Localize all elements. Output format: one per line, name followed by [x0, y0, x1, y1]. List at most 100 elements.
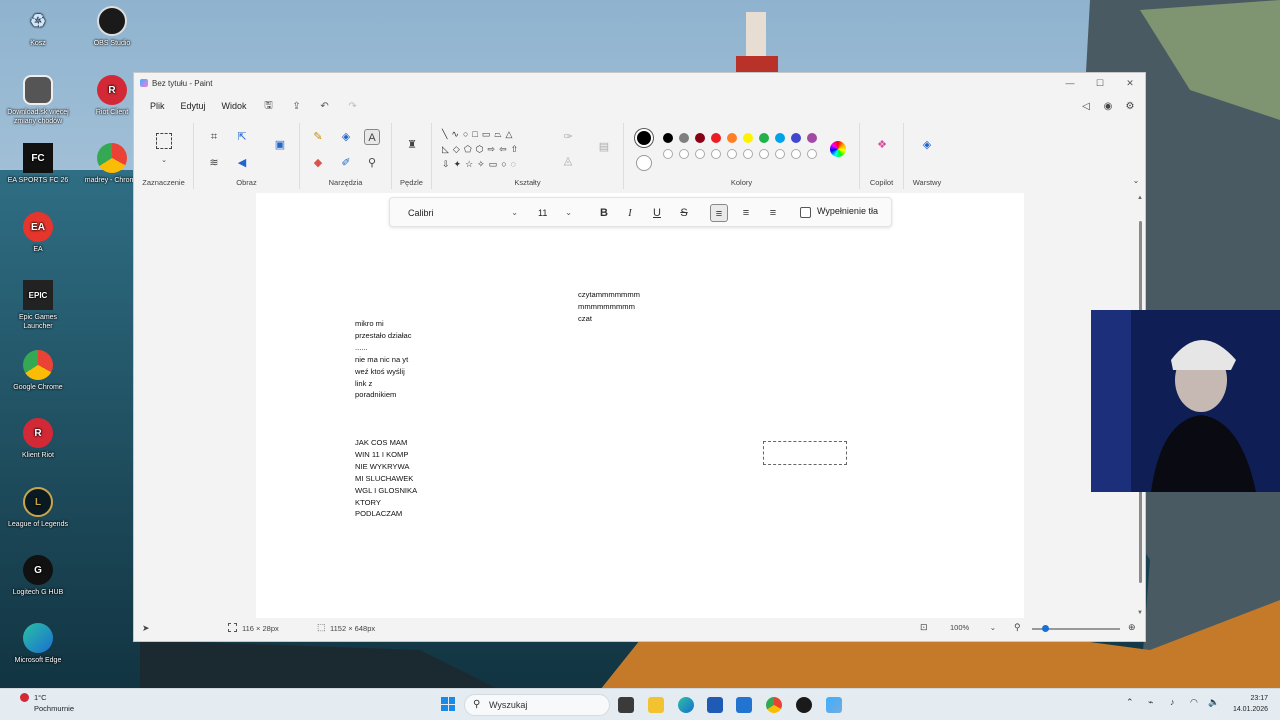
desktop-icon-riot-klient[interactable]: R Klient Riot	[0, 418, 76, 460]
drawing-canvas[interactable]: czytammmmmmm mmmmmmmmm czat mikro mi prz…	[256, 193, 1024, 618]
shape-fill-icon[interactable]: ◬	[560, 153, 576, 169]
canvas-text-left-2[interactable]: JAK COS MAM WIN 11 I KOMP NIE WYKRYWA MI…	[355, 437, 417, 520]
desktop-icon-recycle-bin[interactable]: ♻ Kosz	[0, 6, 76, 48]
canvas-text-left-1[interactable]: mikro mi przestało działac ...... nie ma…	[355, 318, 412, 401]
weather-widget[interactable]: 1°C Pochmurnie	[20, 692, 74, 714]
tray-mic-icon[interactable]: ♪	[1170, 697, 1175, 707]
obs-taskbar-icon[interactable]	[796, 697, 812, 713]
edge-taskbar-icon[interactable]	[678, 697, 694, 713]
color-swatch[interactable]	[663, 149, 673, 159]
color-swatch[interactable]	[743, 149, 753, 159]
desktop-icon-chrome[interactable]: Google Chrome	[0, 350, 76, 392]
file-explorer-icon[interactable]	[648, 697, 664, 713]
secondary-color-swatch[interactable]	[636, 155, 652, 171]
color-swatch[interactable]	[775, 133, 785, 143]
underline-icon[interactable]: U	[648, 204, 666, 222]
color-picker-icon[interactable]: ✐	[338, 155, 354, 171]
desktop-icon-ea[interactable]: EA EA	[0, 212, 76, 254]
zoom-in-icon[interactable]: ⊕	[1128, 622, 1136, 633]
task-view-icon[interactable]	[618, 697, 634, 713]
shapes-gallery[interactable]: ╲∿○□▭⏢△ ◺◇⬠⬡⇨⇦⇧ ⇩✦☆✧▭○◌	[442, 127, 546, 172]
pencil-icon[interactable]: ✎	[310, 129, 326, 145]
outline-icon[interactable]: ✑	[560, 129, 576, 145]
resize-icon[interactable]: ⇱	[234, 129, 250, 145]
zoom-out-icon[interactable]: ⚲	[1014, 622, 1021, 633]
clock[interactable]: 23:17 14.01.2026	[1226, 693, 1268, 715]
store-icon[interactable]	[707, 697, 723, 713]
desktop-icon-fc26[interactable]: FC EA SPORTS FC 26	[0, 143, 76, 185]
rotate-icon[interactable]: ◀	[234, 155, 250, 171]
text-selection-box[interactable]	[763, 441, 847, 465]
color-swatch[interactable]	[727, 149, 737, 159]
color-swatch[interactable]	[743, 133, 753, 143]
chrome-taskbar-icon[interactable]	[766, 697, 782, 713]
strikethrough-icon[interactable]: S	[675, 204, 693, 222]
crop-icon[interactable]: ⌗	[206, 129, 222, 145]
canvas-text-top[interactable]: czytammmmmmm mmmmmmmmm czat	[578, 289, 640, 325]
redo-icon[interactable]: ↷	[339, 101, 367, 112]
save-icon[interactable]: 🖫	[255, 98, 283, 115]
primary-color-swatch[interactable]	[635, 129, 653, 147]
settings-gear-icon[interactable]: ⚙	[1121, 101, 1139, 112]
desktop-icon-edge[interactable]: Microsoft Edge	[0, 623, 76, 665]
scroll-up-icon[interactable]: ▲	[1137, 195, 1143, 201]
brush-icon[interactable]: ♜	[404, 137, 420, 153]
italic-icon[interactable]: I	[621, 204, 639, 222]
font-size-select[interactable]: 11 ⌄	[532, 204, 578, 222]
copilot-icon[interactable]: ❖	[874, 137, 890, 153]
menu-file[interactable]: Plik	[142, 101, 173, 111]
desktop-icon-download-app[interactable]: Download.sk więcej zmiany chodów	[0, 75, 76, 126]
color-swatch[interactable]	[759, 133, 769, 143]
fill-background-checkbox[interactable]	[800, 207, 811, 218]
desktop-icon-logitech[interactable]: G Logitech G HUB	[0, 555, 76, 597]
image-select-icon[interactable]: ▣	[272, 137, 288, 153]
font-family-select[interactable]: Calibri ⌄	[400, 204, 524, 222]
align-left-icon[interactable]: ≡	[710, 204, 728, 222]
color-swatch[interactable]	[791, 149, 801, 159]
bold-icon[interactable]: B	[595, 204, 613, 222]
maximize-button[interactable]: ☐	[1085, 78, 1115, 89]
menu-edit[interactable]: Edytuj	[173, 101, 214, 111]
selection-dropdown-icon[interactable]: ⌄	[156, 153, 172, 169]
text-tool-icon[interactable]: A	[364, 129, 380, 145]
taskbar-search[interactable]: ⚲ Wyszukaj	[464, 694, 610, 716]
outlook-icon[interactable]	[736, 697, 752, 713]
share-icon[interactable]: ⇪	[283, 101, 311, 112]
color-swatch[interactable]	[711, 149, 721, 159]
zoom-slider-thumb[interactable]	[1042, 625, 1049, 632]
remove-bg-icon[interactable]: ≋	[206, 155, 222, 171]
color-swatch[interactable]	[807, 149, 817, 159]
tray-volume-icon[interactable]: 🔈	[1208, 697, 1219, 708]
tray-network-icon[interactable]: ⌁	[1148, 697, 1153, 708]
selection-rect-icon[interactable]	[156, 133, 172, 149]
fit-to-window-icon[interactable]: ⊡	[920, 622, 928, 633]
color-swatch[interactable]	[679, 149, 689, 159]
desktop-icon-epic[interactable]: EPIC Epic Games Launcher	[0, 280, 76, 331]
ribbon-collapse-icon[interactable]: ⌄	[1128, 173, 1144, 189]
color-swatch[interactable]	[695, 133, 705, 143]
color-swatch[interactable]	[807, 133, 817, 143]
magnifier-icon[interactable]: ⚲	[364, 155, 380, 171]
align-right-icon[interactable]: ≡	[764, 204, 782, 222]
account-icon[interactable]: ◉	[1099, 101, 1117, 112]
color-swatch[interactable]	[759, 149, 769, 159]
close-button[interactable]: ✕	[1115, 78, 1145, 89]
shape-style-icon[interactable]: ▤	[596, 139, 612, 155]
desktop-icon-obs[interactable]: OBS Studio	[74, 6, 150, 48]
show-hidden-icons[interactable]: ⌃	[1126, 697, 1134, 708]
eraser-icon[interactable]: ◆	[310, 155, 326, 171]
minimize-button[interactable]: —	[1055, 78, 1085, 89]
zoom-select[interactable]: 100% ⌄	[946, 620, 1000, 636]
color-swatch[interactable]	[695, 149, 705, 159]
scroll-down-icon[interactable]: ▼	[1137, 610, 1143, 616]
color-swatch[interactable]	[663, 133, 673, 143]
fill-icon[interactable]: ◈	[338, 129, 354, 145]
edit-colors-icon[interactable]	[830, 141, 846, 157]
color-swatch[interactable]	[775, 149, 785, 159]
menu-view[interactable]: Widok	[214, 101, 255, 111]
feedback-icon[interactable]: ◁	[1077, 101, 1095, 112]
color-swatch[interactable]	[711, 133, 721, 143]
color-swatch[interactable]	[727, 133, 737, 143]
tray-wifi-icon[interactable]: ◠	[1190, 697, 1198, 708]
desktop-icon-lol[interactable]: L League of Legends	[0, 487, 76, 529]
